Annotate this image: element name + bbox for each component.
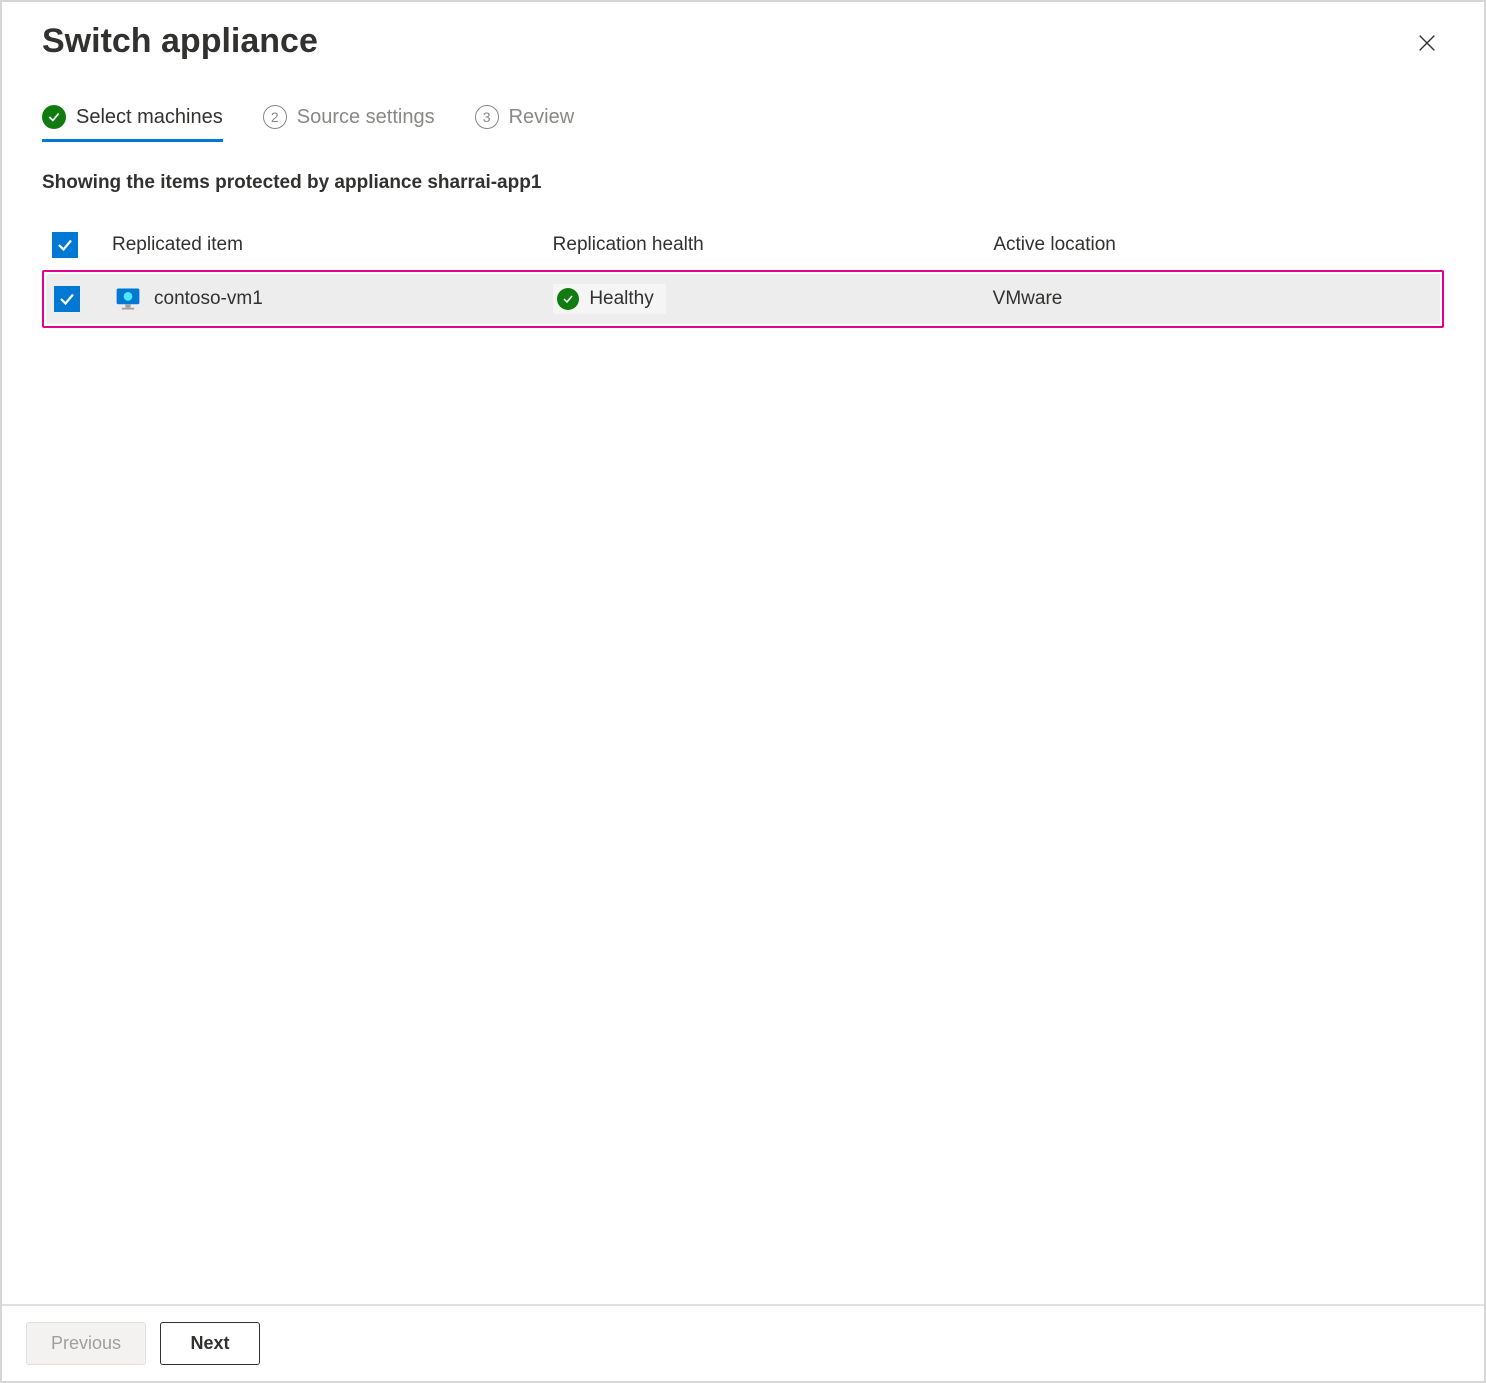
close-button[interactable]	[1410, 26, 1444, 65]
tab-source-settings[interactable]: 2 Source settings	[263, 105, 435, 142]
tab-label: Review	[509, 106, 575, 129]
switch-appliance-panel: Switch appliance Select machines 2 Sourc…	[0, 0, 1486, 1383]
wizard-tabs: Select machines 2 Source settings 3 Revi…	[42, 105, 1444, 142]
highlighted-row: contoso-vm1 Healthy VMware	[42, 270, 1444, 328]
column-header-item[interactable]: Replicated item	[112, 234, 553, 256]
check-icon	[56, 236, 74, 254]
table-header: Replicated item Replication health Activ…	[42, 224, 1444, 270]
tab-label: Select machines	[76, 106, 223, 129]
tab-label: Source settings	[297, 106, 435, 129]
health-label: Healthy	[589, 288, 653, 310]
column-header-location[interactable]: Active location	[993, 234, 1434, 256]
column-header-health[interactable]: Replication health	[553, 234, 994, 256]
appliance-subtitle: Showing the items protected by appliance…	[42, 172, 1444, 194]
page-title: Switch appliance	[42, 22, 318, 61]
check-icon	[42, 105, 66, 129]
close-icon	[1416, 32, 1438, 54]
previous-button[interactable]: Previous	[26, 1322, 146, 1365]
tab-review[interactable]: 3 Review	[475, 105, 575, 142]
health-status: Healthy	[553, 284, 665, 314]
tab-select-machines[interactable]: Select machines	[42, 105, 223, 142]
check-icon	[58, 290, 76, 308]
vm-icon	[114, 285, 142, 313]
panel-footer: Previous Next	[2, 1304, 1484, 1381]
step-number-icon: 3	[475, 105, 499, 129]
replicated-items-table: Replicated item Replication health Activ…	[42, 224, 1444, 328]
next-button[interactable]: Next	[160, 1322, 260, 1365]
panel-content: Select machines 2 Source settings 3 Revi…	[2, 75, 1484, 1304]
row-checkbox[interactable]	[54, 286, 80, 312]
row-location: VMware	[993, 288, 1432, 310]
panel-header: Switch appliance	[2, 2, 1484, 75]
select-all-checkbox[interactable]	[52, 232, 78, 258]
row-item-name: contoso-vm1	[154, 288, 263, 310]
table-row[interactable]: contoso-vm1 Healthy VMware	[46, 274, 1440, 324]
healthy-icon	[557, 288, 579, 310]
step-number-icon: 2	[263, 105, 287, 129]
